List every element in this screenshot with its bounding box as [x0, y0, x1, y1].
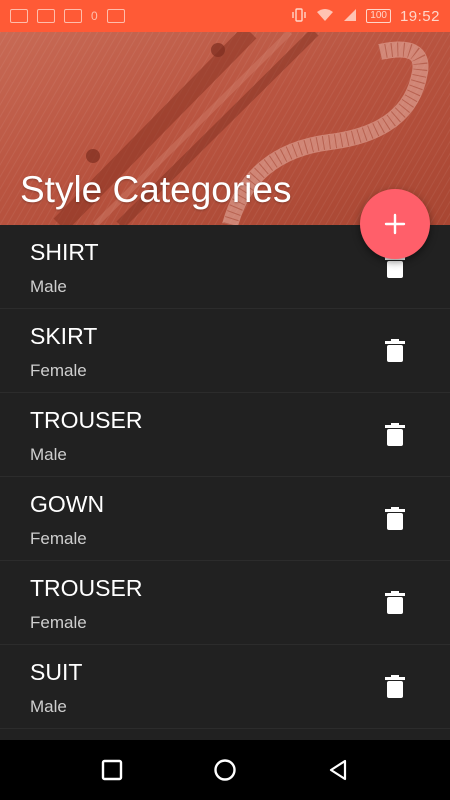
category-gender: Male — [30, 277, 67, 296]
delete-button[interactable] — [381, 671, 409, 703]
back-icon — [329, 759, 347, 781]
list-item[interactable]: TROUSER Male — [0, 393, 450, 477]
status-right: 100 19:52 — [291, 8, 440, 25]
category-name: SKIRT — [30, 323, 98, 349]
list-item[interactable]: GOWN Female — [0, 477, 450, 561]
status-time: 19:52 — [399, 7, 440, 25]
add-category-button[interactable] — [360, 189, 430, 259]
recent-apps-icon — [101, 759, 123, 781]
page-title: Style Categories — [20, 169, 292, 210]
category-name: SUIT — [30, 659, 83, 685]
vibrate-icon — [291, 7, 307, 25]
zero-indicator: 0 — [91, 9, 98, 23]
category-list[interactable]: SHIRT Male SKIRT Female TROUSER Male GOW… — [0, 225, 450, 740]
battery-icon: 100 — [366, 9, 391, 23]
trash-icon — [385, 675, 405, 698]
status-bar: 0 100 19:52 — [0, 0, 450, 32]
list-item[interactable]: SKIRT Female — [0, 309, 450, 393]
delete-button[interactable] — [381, 503, 409, 535]
message-icon — [64, 9, 82, 23]
delete-button[interactable] — [381, 419, 409, 451]
back-button[interactable] — [324, 756, 352, 784]
notification-icon — [10, 9, 28, 23]
recent-apps-button[interactable] — [98, 756, 126, 784]
mail-icon — [106, 9, 125, 23]
navigation-bar — [0, 740, 450, 800]
category-gender: Female — [30, 361, 87, 380]
list-item[interactable]: SUIT Male — [0, 645, 450, 729]
category-name: GOWN — [30, 491, 105, 517]
category-gender: Female — [30, 613, 87, 632]
category-gender: Female — [30, 529, 87, 548]
trash-icon — [385, 507, 405, 530]
plus-icon — [384, 213, 406, 235]
signal-icon — [343, 8, 357, 25]
category-gender: Male — [30, 445, 67, 464]
list-item[interactable]: TROUSER Female — [0, 561, 450, 645]
category-name: TROUSER — [30, 575, 143, 601]
home-icon — [214, 759, 236, 781]
category-name: TROUSER — [30, 407, 143, 433]
delete-button[interactable] — [381, 335, 409, 367]
trash-icon — [385, 591, 405, 614]
home-button[interactable] — [211, 756, 239, 784]
status-left: 0 — [10, 9, 125, 23]
trash-icon — [385, 339, 405, 362]
category-name: SHIRT — [30, 239, 99, 265]
delete-button[interactable] — [381, 587, 409, 619]
trash-icon — [385, 423, 405, 446]
gallery-icon — [37, 9, 55, 23]
category-gender: Male — [30, 697, 67, 716]
wifi-icon — [316, 8, 334, 25]
